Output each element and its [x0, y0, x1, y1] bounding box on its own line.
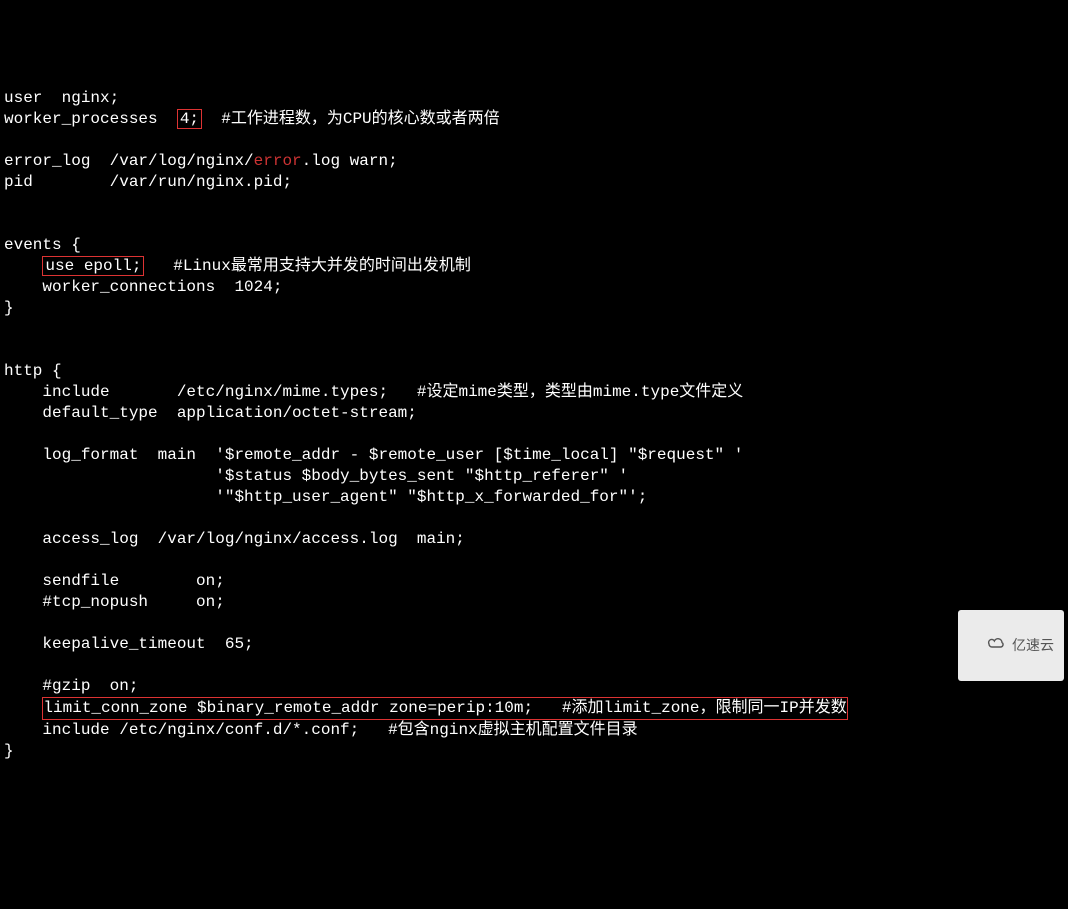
cfg-http-close: }	[4, 742, 14, 760]
cfg-events-close: }	[4, 299, 14, 317]
cfg-epoll-comment: #Linux最常用支持大并发的时间出发机制	[144, 257, 470, 275]
terminal-output: user nginx; worker_processes 4; #工作进程数，为…	[4, 88, 1064, 762]
cfg-keepalive: keepalive_timeout 65;	[4, 635, 254, 653]
cfg-http-open: http {	[4, 362, 62, 380]
indent	[4, 257, 42, 275]
cfg-worker-connections: worker_connections 1024;	[4, 278, 282, 296]
cfg-error-log-pre: error_log /var/log/nginx/	[4, 152, 254, 170]
use-epoll-highlight: use epoll;	[42, 256, 144, 276]
cfg-log-format-1: log_format main '$remote_addr - $remote_…	[4, 446, 743, 464]
cfg-user: user nginx;	[4, 89, 119, 107]
cfg-gzip: #gzip on;	[4, 677, 138, 695]
cfg-include-mime: include /etc/nginx/mime.types; #设定mime类型…	[4, 383, 743, 401]
cfg-access-log: access_log /var/log/nginx/access.log mai…	[4, 530, 465, 548]
cfg-events-open: events {	[4, 236, 81, 254]
cfg-tcp-nopush: #tcp_nopush on;	[4, 593, 225, 611]
cfg-worker-processes-comment: #工作进程数，为CPU的核心数或者两倍	[202, 110, 500, 128]
cfg-pid: pid /var/run/nginx.pid;	[4, 173, 292, 191]
cfg-log-format-2: '$status $body_bytes_sent "$http_referer…	[4, 467, 628, 485]
cfg-log-format-3: '"$http_user_agent" "$http_x_forwarded_f…	[4, 488, 647, 506]
cfg-worker-processes-pre: worker_processes	[4, 110, 177, 128]
watermark-badge: 亿速云	[958, 610, 1064, 681]
worker-count-highlight: 4;	[177, 109, 202, 129]
cfg-sendfile: sendfile on;	[4, 572, 225, 590]
limit-conn-zone-highlight: limit_conn_zone $binary_remote_addr zone…	[42, 697, 847, 720]
cfg-default-type: default_type application/octet-stream;	[4, 404, 417, 422]
cloud-icon	[968, 614, 1006, 677]
indent	[4, 699, 42, 717]
watermark-label: 亿速云	[1012, 635, 1054, 656]
cfg-error-log-post: .log warn;	[302, 152, 398, 170]
cfg-include-confd: include /etc/nginx/conf.d/*.conf; #包含ngi…	[4, 721, 638, 739]
error-keyword: error	[254, 152, 302, 170]
